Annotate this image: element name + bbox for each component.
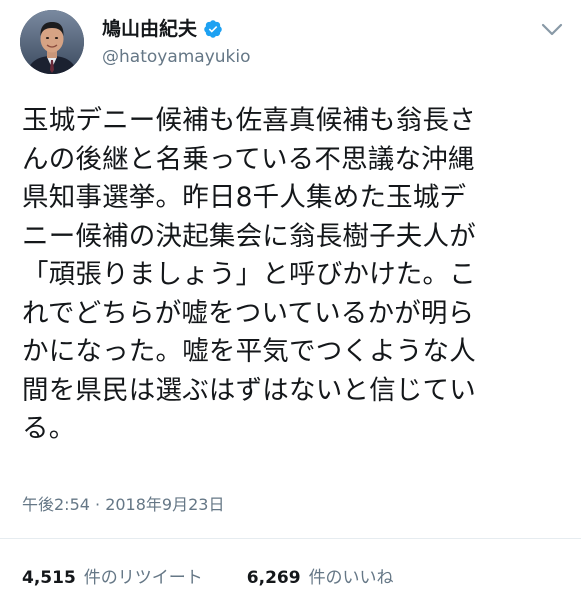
tweet-text-line: んの後継と名乗っている不思議な沖縄 bbox=[22, 143, 475, 175]
like-count[interactable]: 6,269 bbox=[247, 566, 301, 590]
display-name-row[interactable]: 鳩山由紀夫 bbox=[102, 16, 223, 42]
retweets-stat[interactable]: 4,515 件のリツイート bbox=[22, 566, 203, 590]
tweet-text-line: る。 bbox=[22, 413, 76, 444]
tweet-text: 玉城デニー候補も佐喜真候補も翁長さ んの後継と名乗っている不思議な沖縄 県知事選… bbox=[22, 102, 567, 449]
retweet-label[interactable]: 件のリツイート bbox=[84, 566, 203, 590]
tweet-text-line: かになった。嘘を平気でつくような人 bbox=[22, 336, 476, 367]
tweet-text-line: 県知事選挙。昨日8千人集めた玉城デ bbox=[22, 182, 467, 213]
avatar[interactable] bbox=[20, 10, 84, 74]
tweet-text-line: れでどちらが嘘をついているかが明ら bbox=[22, 297, 475, 329]
retweet-count[interactable]: 4,515 bbox=[22, 566, 76, 590]
tweet-stats: 4,515 件のリツイート 6,269 件のいいね bbox=[22, 566, 394, 590]
profile-photo-icon bbox=[20, 10, 84, 74]
timestamp[interactable]: 午後2:54 · 2018年9月23日 bbox=[22, 494, 224, 516]
like-label[interactable]: 件のいいね bbox=[309, 566, 394, 590]
tweet-text-line: ニー候補の決起集会に翁長樹子夫人が bbox=[22, 220, 476, 252]
tweet-card: 鳩山由紀夫 @hatoyamayukio 玉城デニー候補も佐喜真候補も翁長さ ん… bbox=[0, 0, 581, 600]
display-name[interactable]: 鳩山由紀夫 bbox=[102, 16, 197, 42]
verified-badge-icon bbox=[203, 19, 223, 39]
likes-stat[interactable]: 6,269 件のいいね bbox=[247, 566, 394, 590]
tweet-text-line: 「頑張りましょう」と呼びかけた。こ bbox=[22, 259, 476, 290]
handle[interactable]: @hatoyamayukio bbox=[102, 46, 251, 68]
tweet-text-line: 玉城デニー候補も佐喜真候補も翁長さ bbox=[22, 105, 476, 136]
divider bbox=[0, 538, 581, 539]
chevron-down-icon[interactable] bbox=[541, 22, 563, 36]
tweet-text-line: 間を県民は選ぶはずはないと信じてい bbox=[22, 374, 476, 406]
